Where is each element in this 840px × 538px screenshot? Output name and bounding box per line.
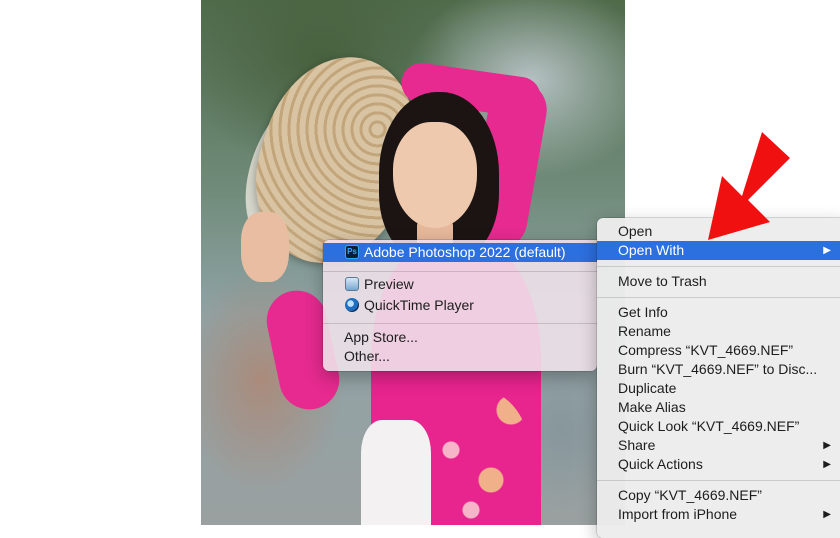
- submenu-item-label: Preview: [364, 276, 414, 292]
- menu-item-share[interactable]: Share ▶: [597, 436, 840, 455]
- menu-item-label: Get Info: [618, 304, 668, 320]
- preview-icon: [345, 277, 359, 291]
- submenu-item-label: Other...: [344, 348, 390, 364]
- flower-pattern: [431, 390, 531, 525]
- menu-item-label: Make Alias: [618, 399, 686, 415]
- menu-item-label: Quick Look “KVT_4669.NEF”: [618, 418, 800, 434]
- menu-separator: [597, 480, 840, 481]
- menu-item-rename[interactable]: Rename: [597, 322, 840, 341]
- menu-item-get-info[interactable]: Get Info: [597, 303, 840, 322]
- white-pants: [361, 420, 431, 525]
- menu-separator: [597, 297, 840, 298]
- menu-separator: [323, 323, 597, 324]
- submenu-item-preview[interactable]: Preview: [323, 275, 597, 294]
- menu-item-quick-actions[interactable]: Quick Actions ▶: [597, 455, 840, 474]
- submenu-item-quicktime[interactable]: QuickTime Player: [323, 296, 597, 315]
- submenu-item-other[interactable]: Other...: [323, 347, 597, 366]
- menu-item-quick-look[interactable]: Quick Look “KVT_4669.NEF”: [597, 417, 840, 436]
- submenu-item-label: App Store...: [344, 329, 418, 345]
- submenu-arrow-icon: ▶: [823, 440, 831, 451]
- menu-item-label: Burn “KVT_4669.NEF” to Disc...: [618, 361, 818, 377]
- hand: [241, 212, 289, 282]
- menu-item-label: Rename: [618, 323, 671, 339]
- submenu-arrow-icon: ▶: [823, 245, 831, 256]
- menu-item-label: Open With: [618, 242, 685, 258]
- photoshop-icon: Ps: [345, 245, 359, 259]
- menu-item-label: Copy “KVT_4669.NEF”: [618, 487, 762, 503]
- menu-item-import-from-iphone[interactable]: Import from iPhone ▶: [597, 505, 840, 524]
- red-arrow-icon: [708, 132, 790, 240]
- submenu-item-app-store[interactable]: App Store...: [323, 328, 597, 347]
- open-with-submenu: Ps Adobe Photoshop 2022 (default) Previe…: [323, 240, 597, 371]
- context-menu: Open Open With ▶ Move to Trash Get Info …: [597, 218, 840, 538]
- menu-item-move-to-trash[interactable]: Move to Trash: [597, 272, 840, 291]
- submenu-item-photoshop[interactable]: Ps Adobe Photoshop 2022 (default): [323, 243, 597, 262]
- menu-item-label: Duplicate: [618, 380, 677, 396]
- menu-item-label: Quick Actions: [618, 456, 703, 472]
- submenu-arrow-icon: ▶: [823, 509, 831, 520]
- submenu-item-label: QuickTime Player: [364, 297, 474, 313]
- menu-item-label: Import from iPhone: [618, 506, 738, 522]
- face: [393, 122, 477, 228]
- red-arrow-shape: [708, 132, 790, 240]
- menu-item-burn[interactable]: Burn “KVT_4669.NEF” to Disc...: [597, 360, 840, 379]
- quicktime-icon: [345, 298, 359, 312]
- menu-item-duplicate[interactable]: Duplicate: [597, 379, 840, 398]
- menu-item-label: Compress “KVT_4669.NEF”: [618, 342, 794, 358]
- submenu-arrow-icon: ▶: [823, 459, 831, 470]
- menu-item-copy[interactable]: Copy “KVT_4669.NEF”: [597, 486, 840, 505]
- menu-separator: [323, 271, 597, 272]
- menu-item-label: Share: [618, 437, 656, 453]
- menu-separator: [597, 266, 840, 267]
- menu-item-make-alias[interactable]: Make Alias: [597, 398, 840, 417]
- menu-item-label: Move to Trash: [618, 273, 707, 289]
- menu-item-compress[interactable]: Compress “KVT_4669.NEF”: [597, 341, 840, 360]
- submenu-item-label: Adobe Photoshop 2022 (default): [364, 244, 566, 260]
- menu-item-label: Open: [618, 223, 653, 239]
